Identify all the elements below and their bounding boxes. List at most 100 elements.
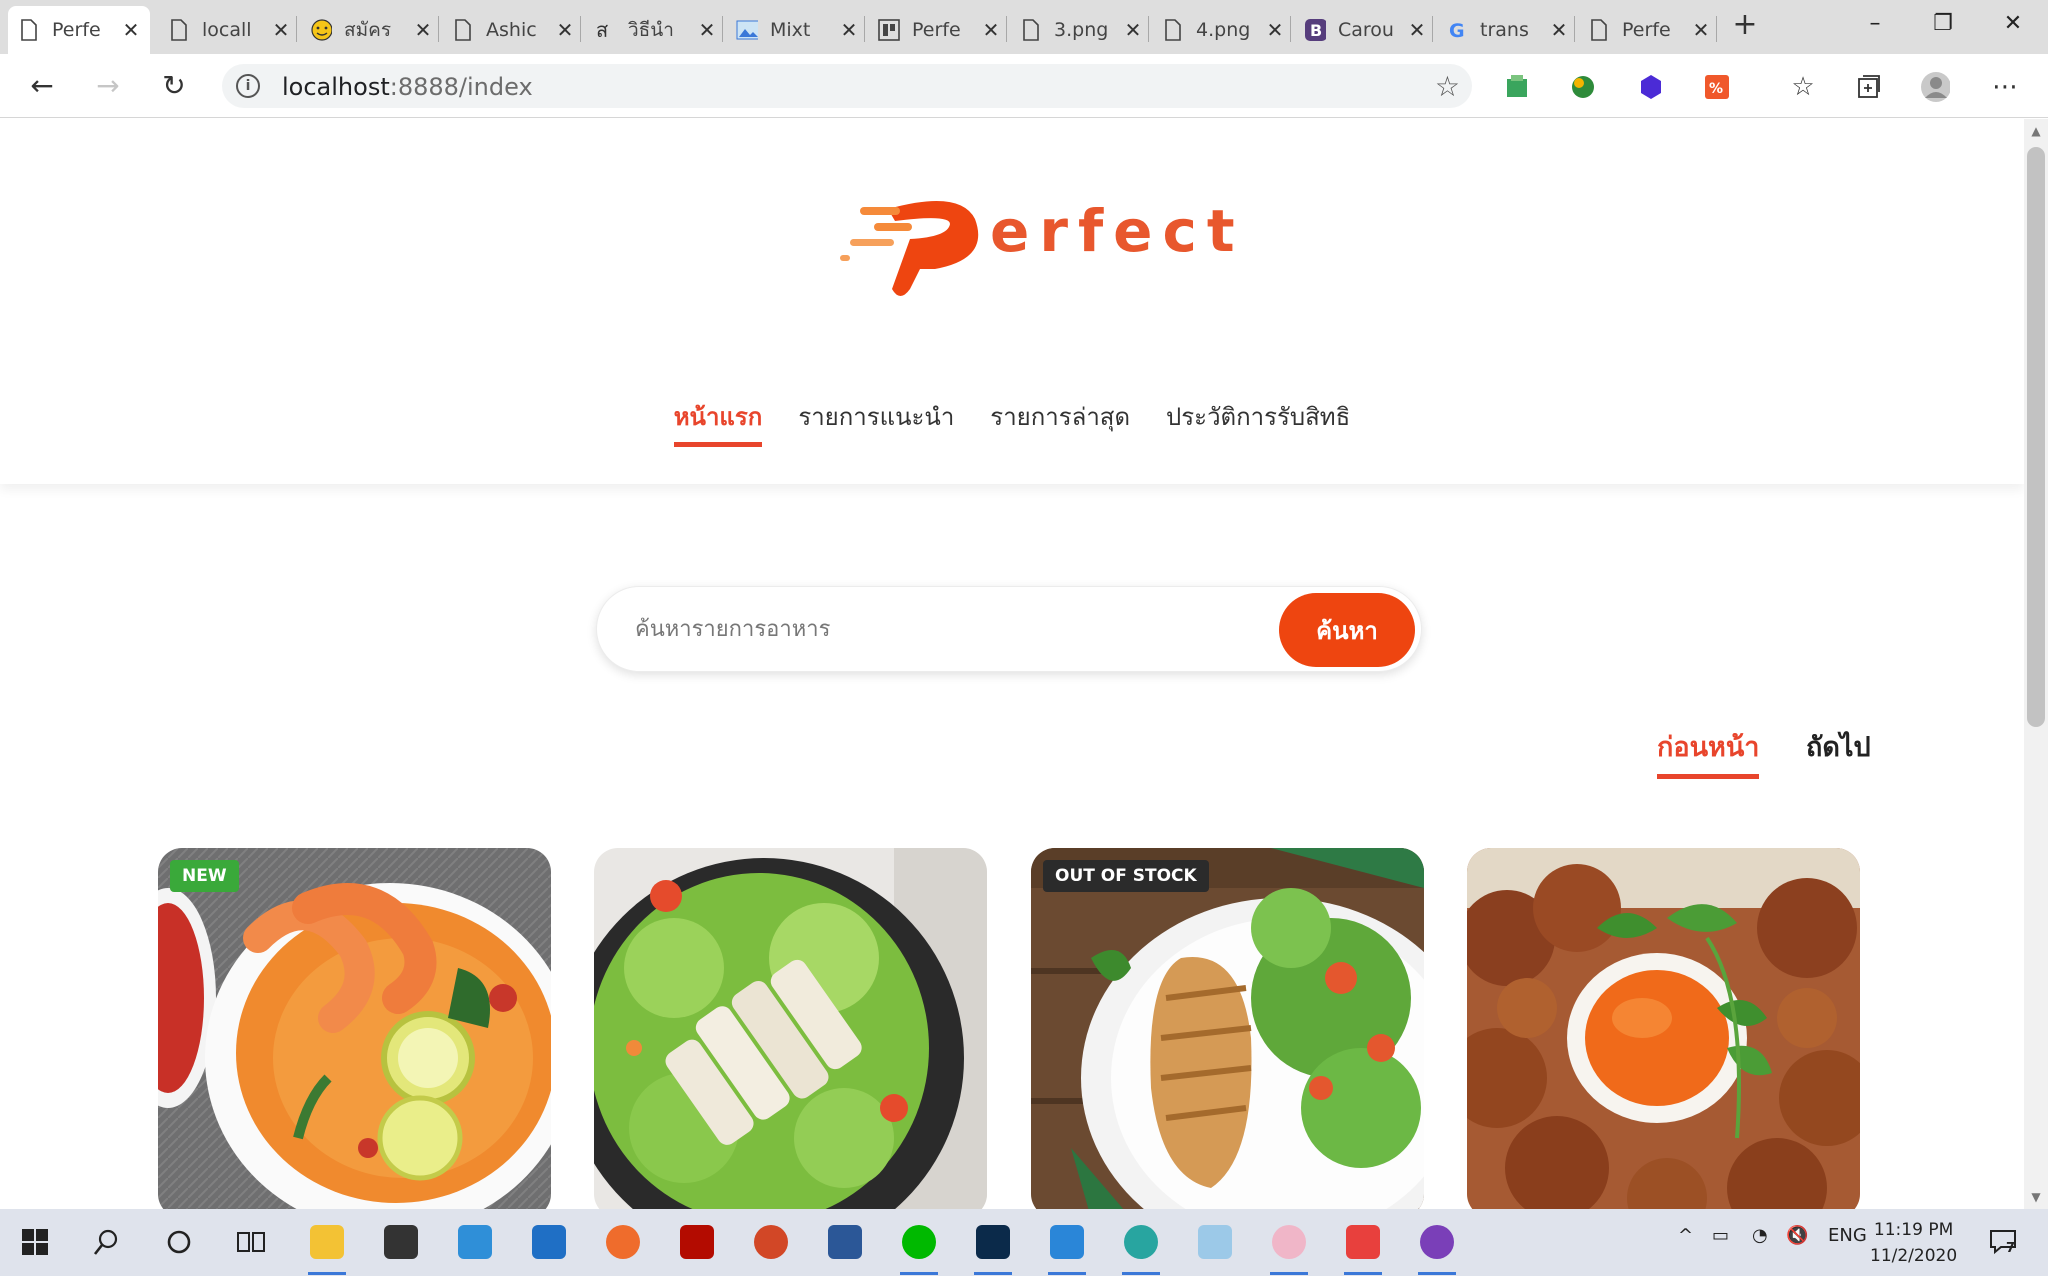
browser-tab[interactable]: ส วิธีนำ ✕: [584, 6, 726, 54]
edge-icon[interactable]: [1120, 1221, 1162, 1275]
line-icon[interactable]: [898, 1221, 940, 1275]
close-icon[interactable]: ✕: [982, 20, 1000, 40]
volume-muted-icon[interactable]: 🔇: [1786, 1225, 1808, 1246]
profile-avatar[interactable]: [1920, 72, 1950, 102]
nav-redeem-history[interactable]: ประวัติการรับสิทธิ: [1166, 397, 1350, 447]
food-card[interactable]: NEW: [158, 848, 551, 1209]
close-icon[interactable]: ✕: [840, 20, 858, 40]
extension-icon[interactable]: [1502, 72, 1532, 102]
battery-icon[interactable]: ▭: [1712, 1225, 1729, 1246]
browser-tab[interactable]: B Carou ✕: [1294, 6, 1436, 54]
forward-button[interactable]: →: [90, 68, 126, 104]
page-icon: [1162, 17, 1184, 43]
tab-title: Ashic: [486, 19, 537, 41]
task-view-icon[interactable]: [230, 1221, 272, 1263]
clock-date: 11/2/2020: [1870, 1246, 1958, 1266]
close-icon[interactable]: ✕: [1692, 20, 1710, 40]
postman-icon[interactable]: [602, 1221, 644, 1263]
browser-tab[interactable]: 4.png ✕: [1152, 6, 1294, 54]
address-bar[interactable]: i localhost:8888/index ☆: [222, 64, 1472, 108]
brain-app-icon[interactable]: [1268, 1221, 1310, 1275]
perfect-logo[interactable]: erfect: [840, 159, 1235, 299]
browser-tab[interactable]: Ashic ✕: [442, 6, 584, 54]
svg-text:ส: ส: [596, 18, 608, 42]
remote-desktop-icon[interactable]: [454, 1221, 496, 1263]
star-icon[interactable]: ☆: [1435, 70, 1460, 103]
reload-button[interactable]: ↻: [156, 68, 192, 104]
wifi-icon[interactable]: ◔: [1752, 1225, 1768, 1246]
store-icon[interactable]: [380, 1221, 422, 1263]
close-icon[interactable]: ✕: [414, 20, 432, 40]
browser-tab-strip: Perfe ✕ locall ✕ สมัคร ✕ Ashic ✕ ส วิธีน…: [0, 0, 2048, 54]
more-icon[interactable]: ⋯: [1990, 72, 2020, 102]
food-card[interactable]: OUT OF STOCK: [1031, 848, 1424, 1209]
browser-tab[interactable]: Mixt ✕: [726, 6, 868, 54]
close-icon[interactable]: ✕: [122, 20, 140, 40]
close-icon[interactable]: ✕: [1408, 20, 1426, 40]
close-icon[interactable]: ✕: [556, 20, 574, 40]
browser-tab[interactable]: Perfe ✕: [868, 6, 1010, 54]
acrobat-icon[interactable]: [676, 1221, 718, 1263]
search-input[interactable]: [635, 607, 1235, 651]
favorites-icon[interactable]: ☆: [1788, 72, 1818, 102]
extension-icon[interactable]: %: [1702, 72, 1732, 102]
close-window-button[interactable]: ✕: [1988, 6, 2038, 42]
notifications-icon[interactable]: 7: [1982, 1221, 2024, 1263]
browser-tab[interactable]: locall ✕: [158, 6, 300, 54]
browser-tab[interactable]: 3.png ✕: [1010, 6, 1152, 54]
nav-recommended[interactable]: รายการแนะนำ: [798, 397, 954, 447]
browser-tab[interactable]: Perfe ✕: [8, 6, 150, 54]
logo-text: erfect: [990, 197, 1245, 265]
new-tab-button[interactable]: +: [1730, 8, 1760, 42]
main-nav: หน้าแรก รายการแนะนำ รายการล่าสุด ประวัติ…: [0, 397, 2024, 447]
close-icon[interactable]: ✕: [1550, 20, 1568, 40]
url-path: :8888/index: [389, 73, 533, 101]
page-icon: [1020, 17, 1042, 43]
out-of-stock-badge: OUT OF STOCK: [1043, 860, 1209, 892]
notepad-icon[interactable]: [1194, 1221, 1236, 1263]
collections-icon[interactable]: [1854, 72, 1884, 102]
clock[interactable]: 11:19 PM 11/2/2020: [1870, 1217, 1957, 1269]
scroll-up-icon[interactable]: ▲: [2024, 121, 2048, 141]
scroll-down-icon[interactable]: ▼: [2024, 1187, 2048, 1207]
page-icon: [168, 17, 190, 43]
back-button[interactable]: ←: [24, 68, 60, 104]
browser-tab[interactable]: G trans ✕: [1436, 6, 1578, 54]
search-icon[interactable]: [86, 1221, 128, 1263]
close-icon[interactable]: ✕: [1124, 20, 1142, 40]
circle-app-icon[interactable]: [1416, 1221, 1458, 1275]
nav-latest[interactable]: รายการล่าสุด: [990, 397, 1130, 447]
scroll-thumb[interactable]: [2027, 147, 2045, 727]
minimize-button[interactable]: –: [1850, 6, 1900, 42]
info-icon[interactable]: i: [236, 74, 260, 98]
browser-tab[interactable]: Perfe ✕: [1578, 6, 1720, 54]
file-explorer-icon[interactable]: [306, 1221, 348, 1275]
layout-icon: [878, 17, 900, 43]
pager-next[interactable]: ถัดไป: [1806, 725, 1871, 774]
page-scrollbar[interactable]: ▲ ▼: [2024, 119, 2048, 1209]
start-button[interactable]: [14, 1221, 56, 1263]
anydesk-icon[interactable]: [1342, 1221, 1384, 1275]
language-indicator[interactable]: ENG: [1828, 1225, 1867, 1246]
show-hidden-icons-icon[interactable]: ^: [1678, 1225, 1693, 1246]
vscode-icon[interactable]: [1046, 1221, 1088, 1275]
search-button[interactable]: ค้นหา: [1279, 593, 1415, 667]
page-icon: [1588, 17, 1610, 43]
browser-tab[interactable]: สมัคร ✕: [300, 6, 442, 54]
photoshop-icon[interactable]: [972, 1221, 1014, 1275]
pager-previous[interactable]: ก่อนหน้า: [1657, 725, 1760, 779]
food-card[interactable]: [1467, 848, 1860, 1209]
cortana-icon[interactable]: [158, 1221, 200, 1263]
powershell-icon[interactable]: [824, 1221, 866, 1263]
restore-button[interactable]: ❐: [1918, 6, 1968, 42]
powerpoint-icon[interactable]: [750, 1221, 792, 1263]
close-icon[interactable]: ✕: [272, 20, 290, 40]
tab-title: วิธีนำ: [628, 19, 674, 41]
mail-icon[interactable]: [528, 1221, 570, 1263]
close-icon[interactable]: ✕: [698, 20, 716, 40]
extension-icon[interactable]: [1636, 72, 1666, 102]
close-icon[interactable]: ✕: [1266, 20, 1284, 40]
nav-home[interactable]: หน้าแรก: [673, 397, 763, 447]
extension-icon[interactable]: [1568, 72, 1598, 102]
food-card[interactable]: [594, 848, 987, 1209]
